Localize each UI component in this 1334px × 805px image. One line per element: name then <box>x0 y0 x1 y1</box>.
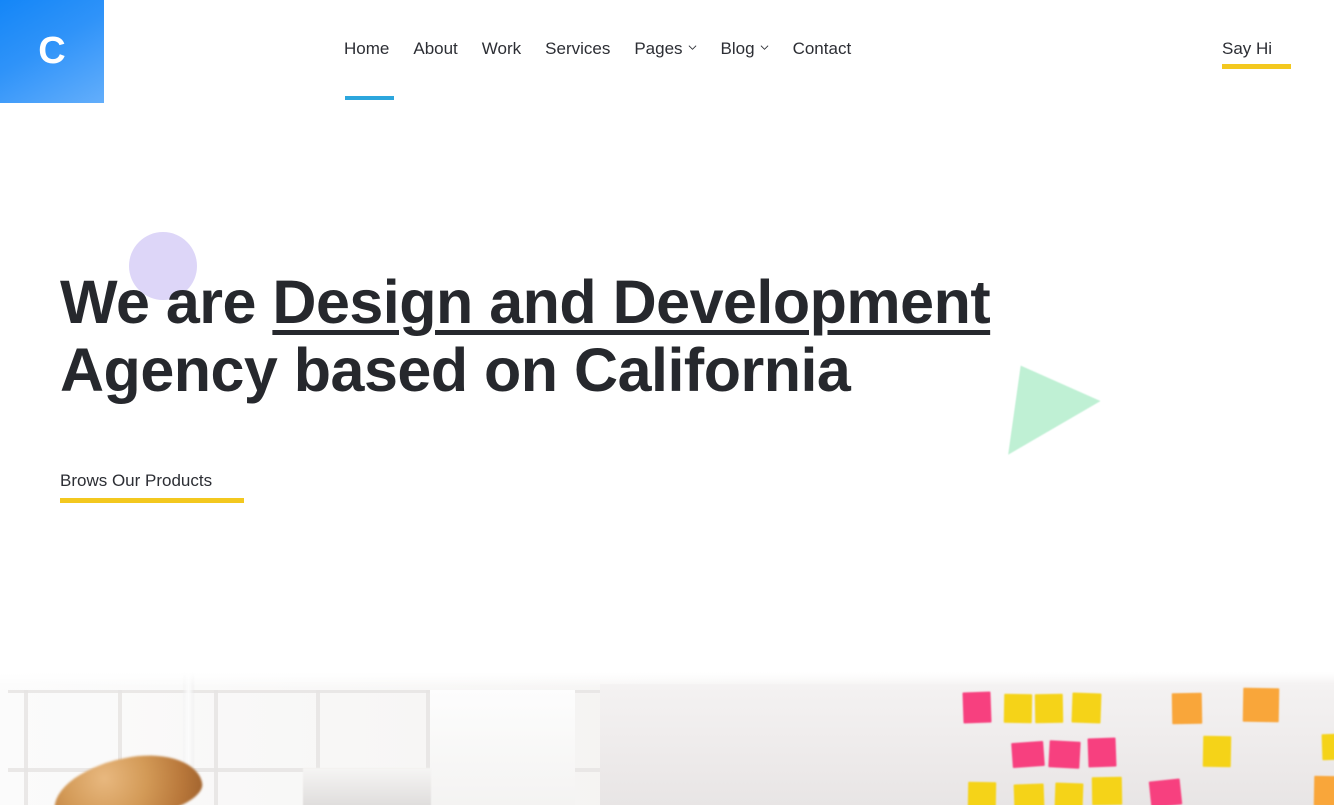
sticky-note <box>1242 687 1280 723</box>
page-title: We are Design and Development Agency bas… <box>60 268 1060 404</box>
sticky-note <box>1087 737 1117 768</box>
nav-item-pages[interactable]: Pages <box>634 36 696 61</box>
sticky-note <box>1048 740 1081 769</box>
monitor-object <box>303 768 431 805</box>
nav-item-about[interactable]: About <box>413 36 457 61</box>
hero-title-part2: Agency based on California <box>60 336 851 404</box>
landing-page: C Home About Work Services Pages Blog Co… <box>0 0 1334 805</box>
sticky-note <box>962 691 992 724</box>
nav-item-label: Work <box>481 39 522 58</box>
nav-item-home[interactable]: Home <box>344 36 394 100</box>
say-hi-label: Say Hi <box>1222 39 1273 58</box>
hero-section: We are Design and Development Agency bas… <box>0 104 1334 672</box>
nav-item-label: Services <box>545 39 611 58</box>
sticky-note <box>1313 775 1334 805</box>
sticky-note <box>1148 778 1183 805</box>
site-header: C Home About Work Services Pages Blog Co… <box>0 0 1334 104</box>
nav-item-contact[interactable]: Contact <box>793 36 852 61</box>
hero-title-highlight: Design and Development <box>272 268 991 336</box>
nav-item-blog[interactable]: Blog <box>721 36 769 61</box>
nav-item-label: Pages <box>634 39 683 58</box>
sticky-note <box>1321 733 1334 761</box>
sticky-note <box>1071 692 1102 724</box>
photo-top-fade <box>0 672 1334 686</box>
hero-title-part1: We are <box>60 268 273 336</box>
brows-products-underline <box>60 498 244 503</box>
say-hi-underline <box>1222 64 1291 69</box>
window-frame-line <box>24 690 28 805</box>
site-logo[interactable]: C <box>0 0 104 103</box>
brows-products-label: Brows Our Products <box>60 471 213 490</box>
nav-item-label: Home <box>344 39 390 58</box>
nav-item-services[interactable]: Services <box>545 36 610 61</box>
nav-item-label: Blog <box>720 39 755 58</box>
chevron-down-icon <box>688 43 697 52</box>
sticky-note <box>1013 783 1045 805</box>
sticky-note <box>1003 693 1033 724</box>
office-workspace-photo <box>0 672 1334 805</box>
sticky-note <box>1202 735 1232 768</box>
primary-navigation: Home About Work Services Pages Blog Cont… <box>344 36 852 100</box>
chevron-down-icon <box>760 43 769 52</box>
sticky-note <box>1034 693 1064 724</box>
brows-products-link[interactable]: Brows Our Products <box>60 468 244 503</box>
nav-item-label: About <box>413 39 458 58</box>
nav-item-label: Contact <box>792 39 852 58</box>
sticky-note <box>967 781 997 805</box>
active-nav-underline <box>345 96 394 100</box>
sticky-note <box>1171 692 1203 725</box>
say-hi-button[interactable]: Say Hi <box>1222 36 1291 69</box>
window-frame-line <box>214 690 218 805</box>
sticky-note <box>1091 776 1123 805</box>
nav-item-work[interactable]: Work <box>482 36 521 61</box>
sticky-note <box>1011 740 1045 769</box>
wall-panel <box>430 690 575 805</box>
logo-c-icon: C <box>38 29 66 72</box>
sticky-note <box>1054 782 1084 805</box>
